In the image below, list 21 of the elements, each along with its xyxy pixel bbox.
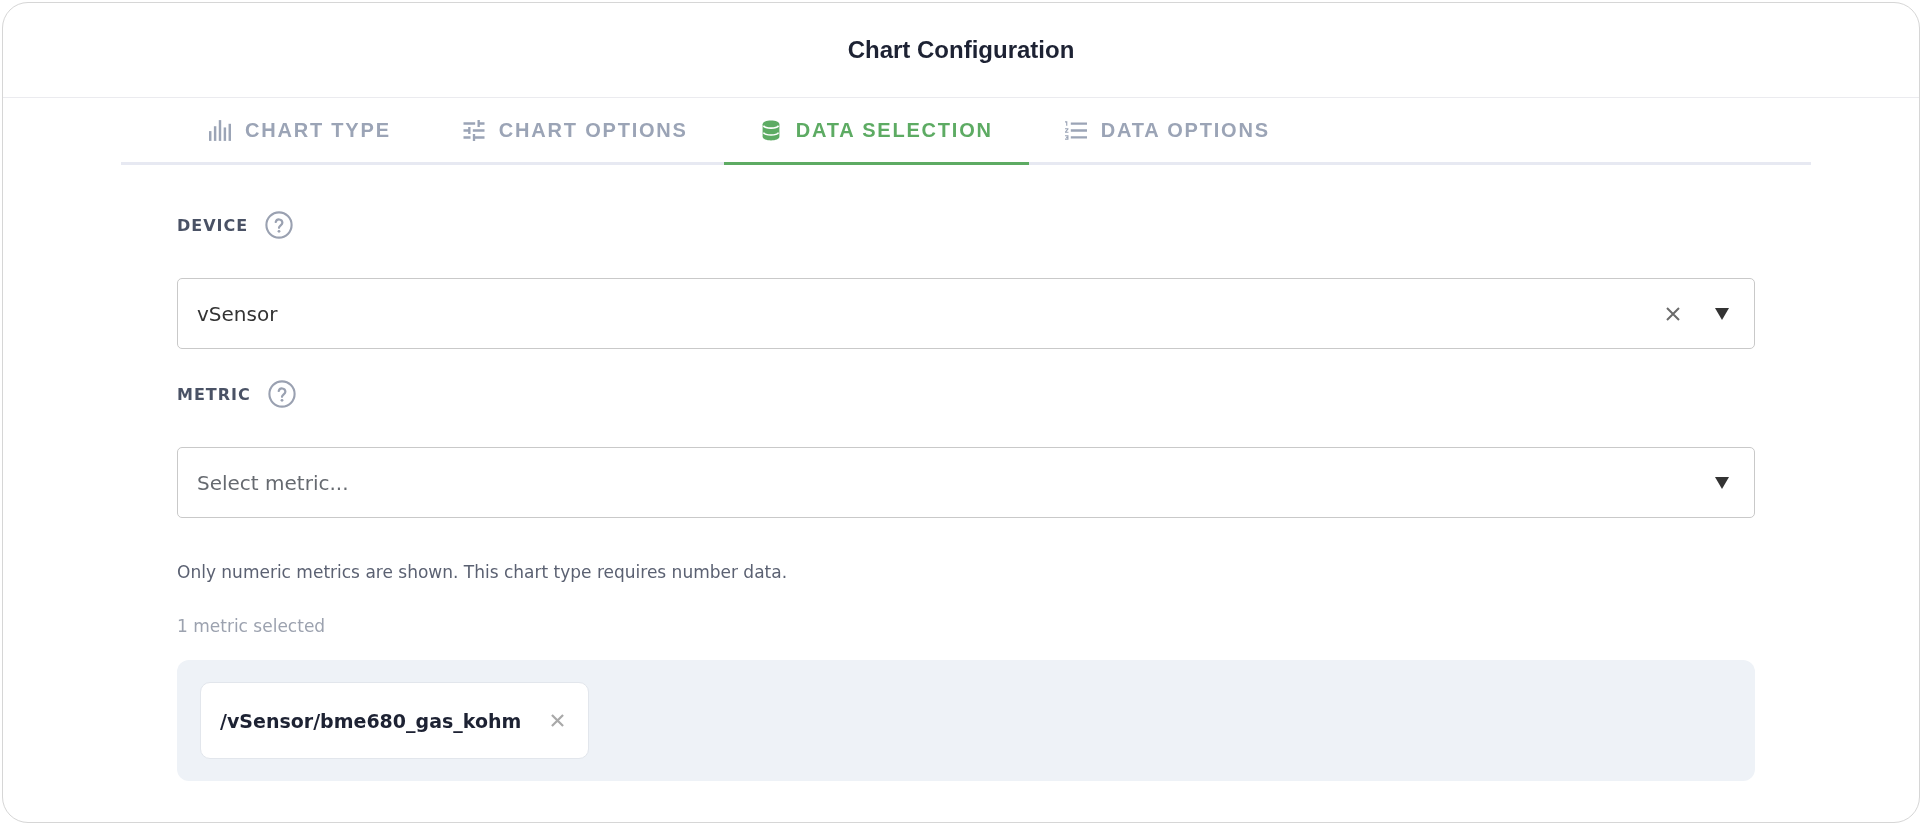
metric-path: /vSensor/bme680_gas_kohm [220,709,522,732]
metric-select[interactable]: Select metric... [177,447,1755,518]
clear-icon[interactable] [1666,306,1680,321]
device-select[interactable]: vSensor [177,278,1755,349]
numbered-list-icon [1064,119,1087,141]
tab[interactable]: CHART TYPE [173,98,427,165]
bar-chart-icon [209,119,231,141]
hint-text: Only numeric metrics are shown. This chart type requires number data. [177,561,789,584]
help-icon[interactable] [265,211,294,239]
remove-icon[interactable] [551,714,565,727]
dropdown-caret-icon [1715,307,1729,320]
help-icon[interactable] [267,380,296,408]
field-label: METRIC [177,384,251,404]
dropdown-caret-icon [1715,476,1729,489]
dialog-title: Chart Configuration [847,36,1075,64]
tab[interactable]: DATA SELECTION [723,98,1029,165]
sliders-icon [462,119,485,141]
tab[interactable]: CHART OPTIONS [426,98,724,165]
field-label: DEVICE [177,215,249,235]
selection-count: 1 metric selected [177,615,327,638]
tab[interactable]: DATA OPTIONS [1028,98,1306,165]
